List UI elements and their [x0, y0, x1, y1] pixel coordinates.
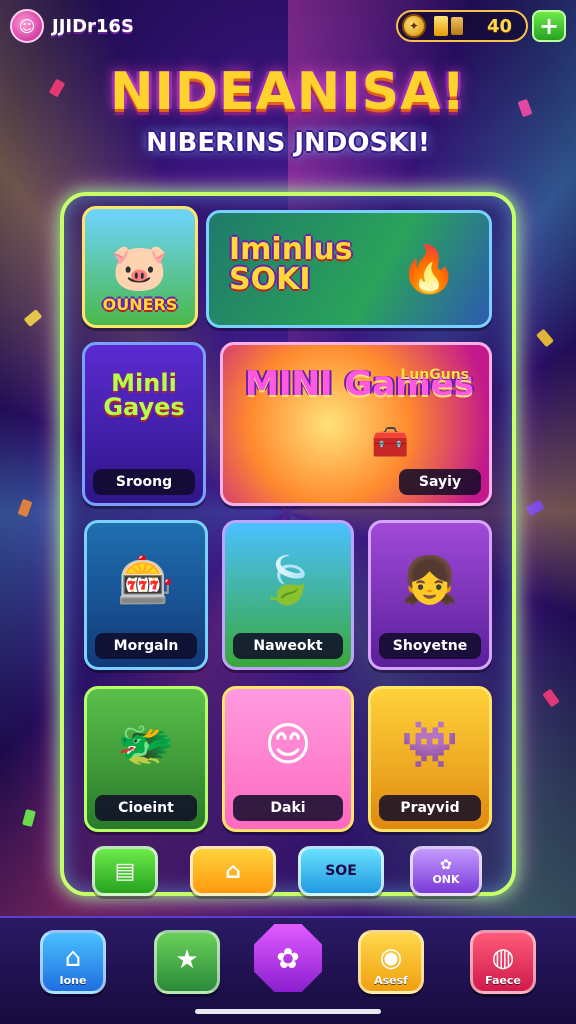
- soe-label: SOE: [325, 863, 357, 879]
- house-icon: ⌂: [225, 858, 241, 884]
- onk-label: ONK: [432, 872, 460, 886]
- slot-box-icon: 🎰: [117, 552, 175, 607]
- dragon-character-icon: 🐲: [117, 716, 175, 771]
- home-indicator[interactable]: [195, 1009, 381, 1014]
- nav-star-button[interactable]: ★: [154, 930, 220, 994]
- game-tile-prayvid[interactable]: 👾 Prayvid: [368, 686, 492, 832]
- top-bar: ☺ JJIDr16S ✦ 40 +: [10, 8, 566, 44]
- game-tile-morgaln[interactable]: 🎰 Morgaln: [84, 520, 208, 670]
- game-tile-minli-gayes[interactable]: Minli Gayes Sroong: [82, 342, 206, 506]
- onk-button[interactable]: ✿ ONK: [410, 846, 482, 896]
- coin-icon: ✦: [401, 14, 426, 38]
- record-icon: ◍: [491, 943, 515, 973]
- add-currency-button[interactable]: +: [532, 10, 566, 42]
- star-icon: ★: [175, 945, 199, 975]
- confetti-piece: [542, 688, 560, 708]
- confetti-piece: [22, 808, 36, 828]
- game-title: NIDEANISA!: [109, 62, 467, 122]
- tile-label: Sayiy: [399, 469, 481, 495]
- store-button[interactable]: ▤: [92, 846, 158, 896]
- game-tile-daki[interactable]: 😊 Daki: [222, 686, 354, 832]
- nav-chat-button[interactable]: ◉ Asesf: [358, 930, 424, 994]
- nav-center-button[interactable]: ✿: [254, 924, 322, 992]
- game-tile-naweokt[interactable]: 🍃 Naweokt: [222, 520, 354, 670]
- flame-character-icon: 🔥: [400, 241, 458, 296]
- shell-icon: ✿: [440, 856, 452, 873]
- tile-label: Shoyetne: [379, 633, 481, 659]
- confetti-piece: [23, 309, 43, 327]
- store-icon: ▤: [114, 858, 136, 884]
- app-name: JJIDr16S: [52, 15, 134, 37]
- nav-record-button[interactable]: ◍ Faece: [470, 930, 536, 994]
- tile-label: Sroong: [93, 469, 195, 495]
- nav-label: Asesf: [374, 974, 408, 987]
- tile-label: Cioeint: [95, 795, 197, 821]
- flower-icon: ✿: [276, 941, 300, 975]
- nav-label: Faece: [485, 974, 521, 987]
- tile-label: Daki: [233, 795, 343, 821]
- game-tile-shoyetne[interactable]: 👧 Shoyetne: [368, 520, 492, 670]
- monster-character-icon: 👾: [401, 716, 459, 771]
- game-tile-ouners[interactable]: 🐷 OUNERS: [82, 206, 198, 328]
- tile-heading: Minli Gayes: [103, 369, 185, 421]
- game-tile-iminlus-soki[interactable]: Iminlus SOKI 🔥: [206, 210, 492, 328]
- soe-button[interactable]: SOE: [298, 846, 384, 896]
- game-subtitle: NIBERINS JNDOSKI!: [146, 128, 430, 158]
- ticket-icon: [433, 16, 448, 36]
- confetti-piece: [17, 498, 33, 518]
- tile-label: Naweokt: [233, 633, 343, 659]
- currency-display: ✦ 40: [395, 10, 528, 42]
- game-tile-mini-games[interactable]: MINI Games LunGuns 🧰 Sayiy: [220, 342, 492, 506]
- nav-label: Ione: [59, 974, 87, 987]
- tile-badge: LunGuns: [400, 367, 469, 383]
- tile-heading: Iminlus SOKI: [229, 232, 353, 297]
- nav-home-button[interactable]: ⌂ Ione: [40, 930, 106, 994]
- blob-character-icon: 😊: [264, 717, 312, 771]
- leaf-icon: 🍃: [259, 552, 317, 607]
- card-icon: [450, 17, 463, 35]
- currency-value: 40: [486, 15, 512, 37]
- tile-heading: OUNERS: [102, 295, 178, 314]
- bottom-nav: ⌂ Ione ★ ✿ ◉ Asesf ◍ Faece: [0, 916, 576, 1024]
- treasure-chest-icon: 🧰: [371, 425, 409, 460]
- tile-label: Prayvid: [379, 795, 481, 821]
- smiley-icon[interactable]: ☺: [10, 9, 44, 43]
- house-button[interactable]: ⌂: [190, 846, 276, 896]
- girl-character-icon: 👧: [401, 552, 459, 607]
- confetti-piece: [525, 499, 545, 517]
- tile-label: Morgaln: [95, 633, 197, 659]
- home-icon: ⌂: [64, 943, 82, 973]
- game-tile-cioeint[interactable]: 🐲 Cioeint: [84, 686, 208, 832]
- confetti-piece: [536, 328, 554, 348]
- chat-icon: ◉: [379, 943, 403, 973]
